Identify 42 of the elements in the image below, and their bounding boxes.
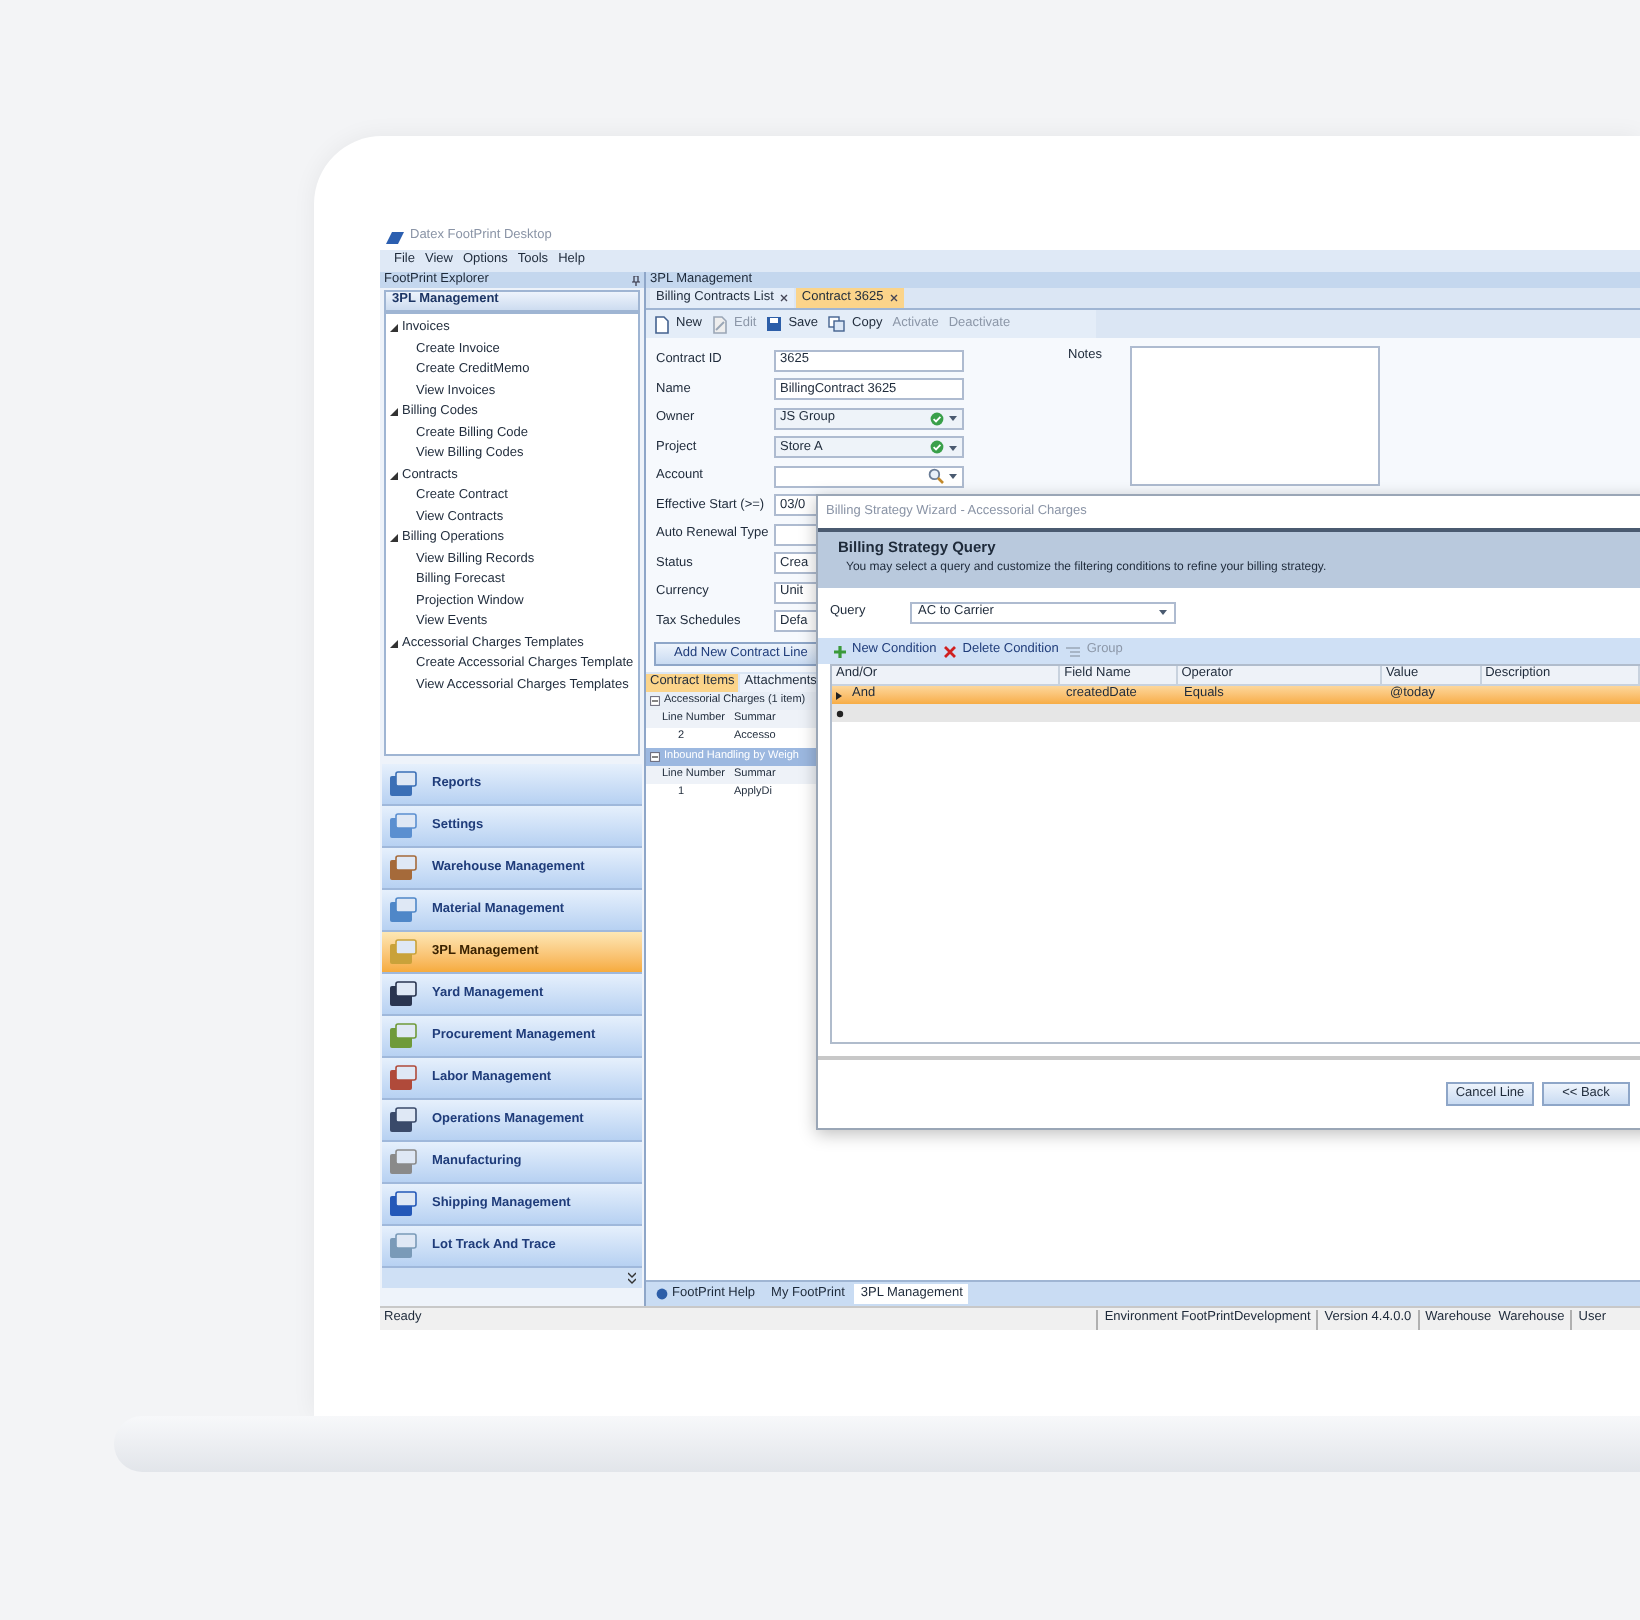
check-circle-icon [930, 411, 944, 426]
input-field[interactable] [774, 465, 964, 488]
collapse-icon[interactable] [650, 696, 660, 706]
module-icon [388, 1064, 418, 1092]
module-icon [388, 938, 418, 966]
module-icon [388, 1190, 418, 1218]
help-globe-icon [656, 1288, 668, 1300]
module-icon [388, 854, 418, 882]
caret-icon[interactable] [948, 443, 958, 452]
row-pointer-icon [836, 691, 846, 699]
pin-icon[interactable] [632, 275, 640, 285]
expanded-triangle-icon[interactable] [390, 471, 398, 480]
caret-icon[interactable] [948, 472, 958, 481]
expanded-triangle-icon[interactable] [390, 324, 398, 333]
module-icon [388, 980, 418, 1008]
group-list-icon [1066, 645, 1081, 657]
page-icon [654, 315, 670, 333]
module-icon [388, 770, 418, 798]
chevron-down-icon[interactable] [628, 1272, 636, 1284]
expanded-triangle-icon[interactable] [390, 534, 398, 543]
app-logo-icon [386, 231, 404, 243]
expanded-triangle-icon[interactable] [390, 408, 398, 417]
caret-icon[interactable] [948, 414, 958, 423]
module-icon [388, 896, 418, 924]
module-icon [388, 1106, 418, 1134]
delete-x-icon [944, 645, 957, 657]
copy-icon [828, 316, 847, 332]
caret-icon[interactable] [1158, 608, 1168, 616]
check-circle-icon [930, 440, 944, 455]
module-icon [388, 812, 418, 840]
expanded-triangle-icon[interactable] [390, 639, 398, 648]
close-icon[interactable] [779, 294, 788, 302]
module-icon [388, 1232, 418, 1260]
module-icon [388, 1022, 418, 1050]
notes-field[interactable] [1129, 346, 1380, 486]
new-row-icon [836, 709, 844, 717]
plus-icon [834, 645, 846, 657]
close-icon[interactable] [889, 294, 898, 302]
pencil-page-icon [712, 315, 729, 333]
search-icon[interactable] [928, 468, 944, 485]
module-icon [388, 1148, 418, 1176]
collapse-icon[interactable] [650, 752, 660, 762]
